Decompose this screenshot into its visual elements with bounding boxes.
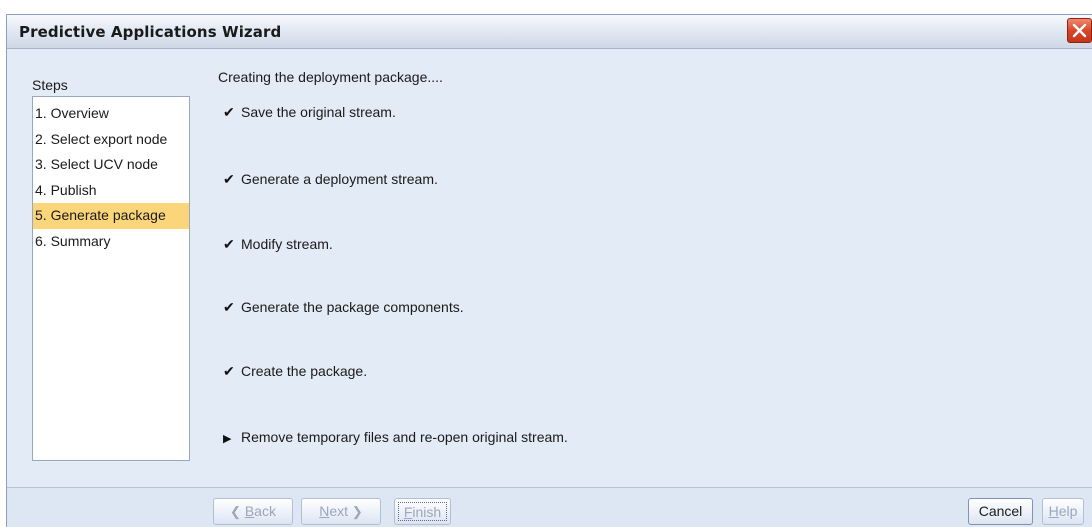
checkmark-icon: ✔ [223, 171, 235, 187]
help-label: elp [1058, 503, 1078, 519]
step-item-generate-package[interactable]: 5. Generate package [33, 203, 189, 229]
finish-button[interactable]: Finish [394, 498, 451, 525]
next-mnemonic: N [319, 503, 330, 519]
checkmark-icon: ✔ [223, 104, 235, 120]
task-item: ✔ Modify stream. [223, 236, 333, 253]
task-label: Modify stream. [241, 236, 333, 252]
cancel-button[interactable]: Cancel [968, 498, 1033, 525]
task-item: ▶ Remove temporary files and re-open orig… [223, 429, 568, 445]
close-icon [1072, 23, 1087, 38]
back-button[interactable]: ❮ Back [213, 498, 293, 525]
step-item-summary[interactable]: 6. Summary [33, 229, 189, 255]
task-item: ✔ Save the original stream. [223, 104, 396, 121]
focus-ring: Finish [398, 502, 447, 521]
finish-label: inish [412, 504, 442, 520]
chevron-left-icon: ❮ [230, 504, 241, 519]
step-item-publish[interactable]: 4. Publish [33, 178, 189, 204]
steps-label: Steps [32, 77, 68, 93]
back-label: ack [254, 503, 276, 519]
help-button[interactable]: Help [1042, 498, 1084, 525]
title-bar[interactable]: Predictive Applications Wizard [7, 15, 1092, 49]
checkmark-icon: ✔ [223, 236, 235, 252]
task-label: Save the original stream. [241, 104, 396, 120]
task-item: ✔ Generate the package components. [223, 299, 464, 316]
next-label: ext [329, 503, 348, 519]
button-bar: ❮ Back Next ❯ Finish Cancel Help [7, 487, 1092, 527]
task-label: Create the package. [241, 363, 368, 379]
wizard-window: Predictive Applications Wizard Steps 1. … [6, 14, 1092, 527]
task-label: Remove temporary files and re-open origi… [241, 429, 568, 445]
back-mnemonic: B [244, 503, 255, 519]
checkmark-icon: ✔ [223, 363, 235, 379]
task-label: Generate a deployment stream. [241, 171, 438, 187]
wizard-body: Steps 1. Overview 2. Select export node … [7, 49, 1092, 479]
step-item-overview[interactable]: 1. Overview [33, 101, 189, 127]
step-item-select-export-node[interactable]: 2. Select export node [33, 127, 189, 153]
chevron-right-icon: ❯ [351, 504, 363, 519]
task-item: ✔ Create the package. [223, 363, 367, 380]
steps-list: 1. Overview 2. Select export node 3. Sel… [32, 96, 190, 461]
next-button[interactable]: Next ❯ [301, 498, 381, 525]
help-mnemonic: H [1048, 503, 1059, 519]
checkmark-icon: ✔ [223, 299, 235, 315]
task-label: Generate the package components. [241, 299, 464, 315]
close-button[interactable] [1067, 18, 1092, 43]
window-title: Predictive Applications Wizard [19, 23, 282, 41]
step-item-select-ucv-node[interactable]: 3. Select UCV node [33, 152, 189, 178]
play-arrow-icon: ▶ [223, 433, 232, 445]
progress-heading: Creating the deployment package.... [218, 69, 443, 85]
task-item: ✔ Generate a deployment stream. [223, 171, 438, 188]
